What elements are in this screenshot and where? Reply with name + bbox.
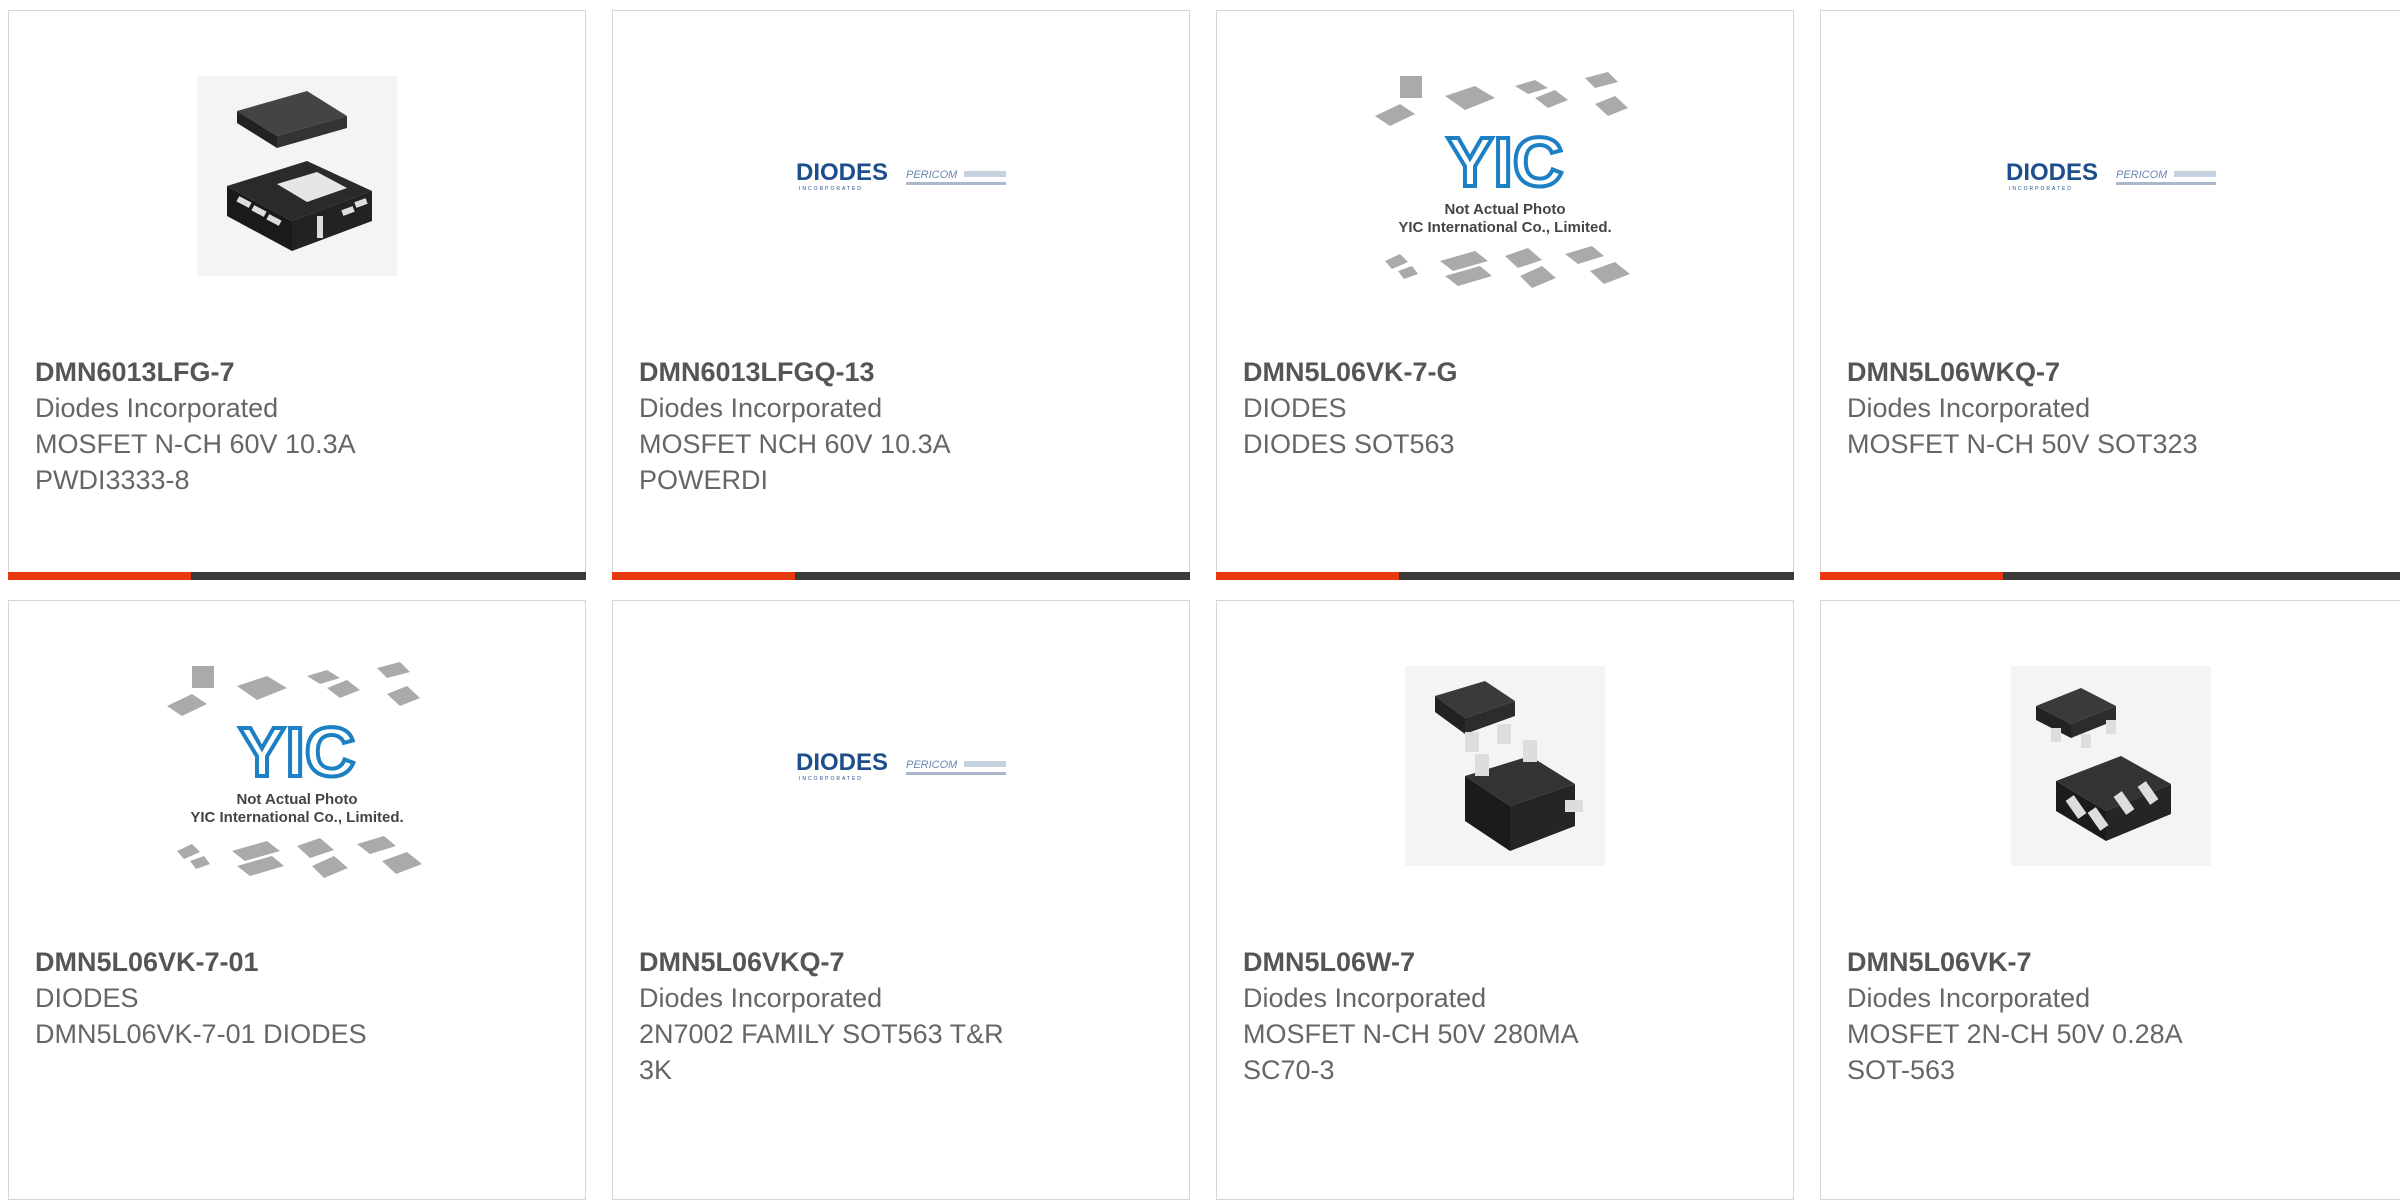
qfn-package-icon: [197, 76, 397, 276]
diodes-pericom-logo-icon: DIODES INCORPORATED PERICOM: [2006, 159, 2216, 192]
yic-not-actual-photo-icon: YIC Not Actual Photo YIC International C…: [167, 662, 422, 878]
product-info: DMN5L06W-7 Diodes Incorporated MOSFET N-…: [1243, 944, 1773, 1088]
product-card[interactable]: DIODES INCORPORATED PERICOM DMN5L06WKQ-7…: [1820, 10, 2400, 580]
card-accent-bar: [612, 572, 795, 580]
product-info: DMN5L06VK-7-01 DIODES DMN5L06VK-7-01 DIO…: [35, 944, 565, 1052]
svg-text:INCORPORATED: INCORPORATED: [799, 776, 863, 782]
product-grid: DMN6013LFG-7 Diodes Incorporated MOSFET …: [0, 0, 2400, 1200]
description: MOSFET NCH 60V 10.3A: [639, 429, 951, 459]
svg-text:PERICOM: PERICOM: [906, 759, 958, 771]
svg-text:INCORPORATED: INCORPORATED: [799, 186, 863, 192]
svg-text:DIODES: DIODES: [2006, 159, 2098, 186]
manufacturer: Diodes Incorporated: [1243, 983, 1487, 1013]
product-image[interactable]: [1821, 601, 2400, 931]
product-info: DMN5L06VK-7-G DIODES DIODES SOT563: [1243, 354, 1773, 462]
part-number[interactable]: DMN5L06VK-7: [1847, 944, 2380, 980]
part-number[interactable]: DMN5L06VK-7-01: [35, 944, 565, 980]
product-card[interactable]: YIC Not Actual Photo YIC International C…: [1216, 10, 1794, 580]
product-image[interactable]: YIC Not Actual Photo YIC International C…: [9, 601, 585, 931]
description-line2: SC70-3: [1243, 1055, 1335, 1085]
sot323-package-icon: [1405, 666, 1605, 866]
manufacturer: DIODES: [1243, 393, 1347, 423]
card-bottom-bar: [1820, 572, 2400, 580]
svg-text:INCORPORATED: INCORPORATED: [2009, 186, 2073, 192]
part-number[interactable]: DMN5L06VK-7-G: [1243, 354, 1773, 390]
product-image[interactable]: DIODES INCORPORATED PERICOM: [613, 601, 1189, 931]
manufacturer: Diodes Incorporated: [639, 393, 883, 423]
part-number[interactable]: DMN5L06WKQ-7: [1847, 354, 2380, 390]
product-card[interactable]: DMN5L06VK-7 Diodes Incorporated MOSFET 2…: [1820, 600, 2400, 1200]
svg-text:YIC: YIC: [1447, 123, 1564, 201]
part-number[interactable]: DMN6013LFG-7: [35, 354, 565, 390]
svg-text:Not Actual Photo: Not Actual Photo: [236, 791, 357, 808]
product-card[interactable]: DMN5L06W-7 Diodes Incorporated MOSFET N-…: [1216, 600, 1794, 1200]
product-image[interactable]: [1217, 601, 1793, 931]
product-info: DMN6013LFGQ-13 Diodes Incorporated MOSFE…: [639, 354, 1169, 498]
part-number[interactable]: DMN5L06VKQ-7: [639, 944, 1169, 980]
description: MOSFET N-CH 50V 280MA: [1243, 1019, 1579, 1049]
manufacturer: Diodes Incorporated: [1847, 983, 2091, 1013]
card-bottom-bar: [612, 572, 1190, 580]
svg-text:YIC International Co., Limited: YIC International Co., Limited.: [1398, 219, 1611, 236]
product-card[interactable]: YIC Not Actual Photo YIC International C…: [8, 600, 586, 1200]
svg-text:Not Actual Photo: Not Actual Photo: [1444, 201, 1565, 218]
card-bottom-bar: [8, 572, 586, 580]
description: DIODES SOT563: [1243, 429, 1455, 459]
product-image[interactable]: [9, 11, 585, 341]
manufacturer: DIODES: [35, 983, 139, 1013]
product-card[interactable]: DMN6013LFG-7 Diodes Incorporated MOSFET …: [8, 10, 586, 580]
description: MOSFET N-CH 50V SOT323: [1847, 429, 2198, 459]
svg-text:DIODES: DIODES: [796, 159, 888, 186]
manufacturer: Diodes Incorporated: [35, 393, 279, 423]
product-info: DMN5L06VKQ-7 Diodes Incorporated 2N7002 …: [639, 944, 1169, 1088]
svg-text:YIC International Co., Limited: YIC International Co., Limited.: [190, 809, 403, 826]
manufacturer: Diodes Incorporated: [1847, 393, 2091, 423]
manufacturer: Diodes Incorporated: [639, 983, 883, 1013]
description: 2N7002 FAMILY SOT563 T&R: [639, 1019, 1004, 1049]
sot563-package-icon: [2010, 666, 2211, 866]
description-line2: PWDI3333-8: [35, 465, 190, 495]
svg-text:PERICOM: PERICOM: [906, 169, 958, 181]
svg-text:YIC: YIC: [239, 713, 356, 791]
product-card[interactable]: DIODES INCORPORATED PERICOM DMN5L06VKQ-7…: [612, 600, 1190, 1200]
svg-text:PERICOM: PERICOM: [2116, 169, 2168, 181]
card-bottom-bar: [1216, 572, 1794, 580]
card-accent-bar: [1820, 572, 2003, 580]
diodes-pericom-logo-icon: DIODES INCORPORATED PERICOM: [796, 749, 1006, 782]
diodes-pericom-logo-icon: DIODES INCORPORATED PERICOM: [796, 159, 1006, 192]
product-info: DMN5L06WKQ-7 Diodes Incorporated MOSFET …: [1847, 354, 2380, 462]
card-accent-bar: [8, 572, 191, 580]
product-image[interactable]: DIODES INCORPORATED PERICOM: [613, 11, 1189, 341]
description-line2: 3K: [639, 1055, 673, 1085]
product-image[interactable]: YIC Not Actual Photo YIC International C…: [1217, 11, 1793, 341]
description-line2: POWERDI: [639, 465, 769, 495]
part-number[interactable]: DMN5L06W-7: [1243, 944, 1773, 980]
part-number[interactable]: DMN6013LFGQ-13: [639, 354, 1169, 390]
product-image[interactable]: DIODES INCORPORATED PERICOM: [1821, 11, 2400, 341]
product-info: DMN5L06VK-7 Diodes Incorporated MOSFET 2…: [1847, 944, 2380, 1088]
description: DMN5L06VK-7-01 DIODES: [35, 1019, 367, 1049]
product-info: DMN6013LFG-7 Diodes Incorporated MOSFET …: [35, 354, 565, 498]
yic-not-actual-photo-icon: YIC Not Actual Photo YIC International C…: [1375, 72, 1630, 288]
description: MOSFET N-CH 60V 10.3A: [35, 429, 356, 459]
card-accent-bar: [1216, 572, 1399, 580]
description: MOSFET 2N-CH 50V 0.28A: [1847, 1019, 2183, 1049]
description-line2: SOT-563: [1847, 1055, 1956, 1085]
svg-text:DIODES: DIODES: [796, 749, 888, 776]
product-card[interactable]: DIODES INCORPORATED PERICOM DMN6013LFGQ-…: [612, 10, 1190, 580]
